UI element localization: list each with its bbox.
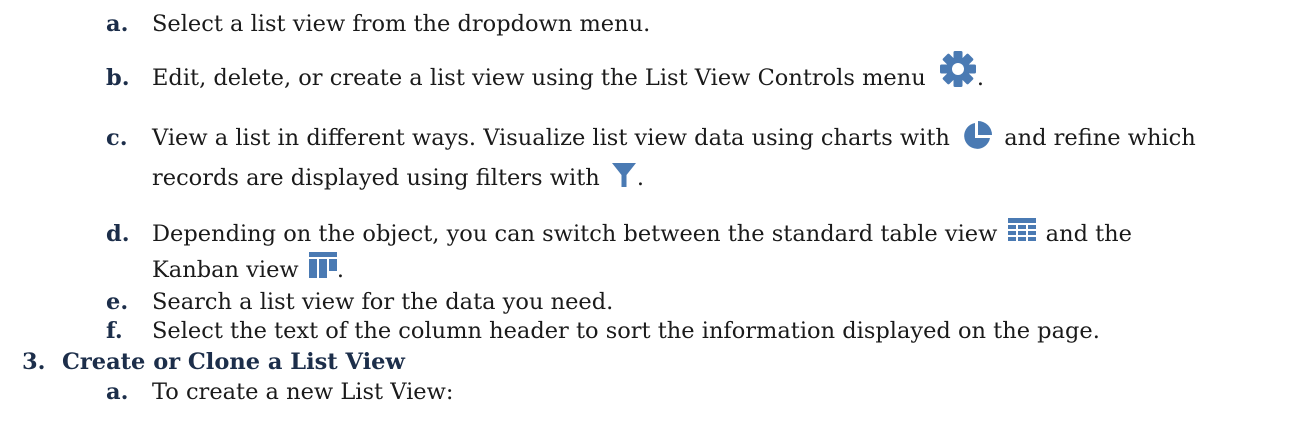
kanban-view-icon (308, 252, 337, 278)
item-text: records are displayed using filters with (152, 165, 600, 191)
item-letter: b. (106, 65, 130, 91)
gear-icon (939, 50, 977, 88)
pie-chart-icon (961, 120, 993, 152)
item-text: To create a new List View: (152, 379, 454, 405)
item-letter: a. (106, 11, 129, 37)
item-text: Select the text of the column header to … (152, 318, 1100, 344)
item-text: and the (1045, 221, 1132, 247)
item-text-end: . (336, 257, 344, 283)
item-letter: c. (106, 125, 128, 151)
section-title: Create or Clone a List View (62, 349, 405, 375)
table-view-icon (1007, 218, 1036, 244)
item-text-end: . (976, 65, 985, 91)
item-text-end: . (636, 165, 645, 191)
item-text: Kanban view (152, 257, 299, 283)
item-text: Depending on the object, you can switch … (152, 221, 998, 247)
section-number: 3. (22, 349, 46, 375)
filter-icon (611, 162, 637, 188)
item-letter: f. (106, 318, 123, 344)
item-letter: d. (106, 221, 130, 247)
item-text: and refine which (1004, 125, 1196, 151)
item-text: Select a list view from the dropdown men… (152, 11, 651, 37)
item-text: View a list in different ways. Visualize… (152, 125, 950, 151)
item-text: Edit, delete, or create a list view usin… (152, 65, 926, 91)
section-heading: 3. Create or Clone a List View (22, 347, 405, 377)
item-letter: a. (106, 379, 129, 405)
